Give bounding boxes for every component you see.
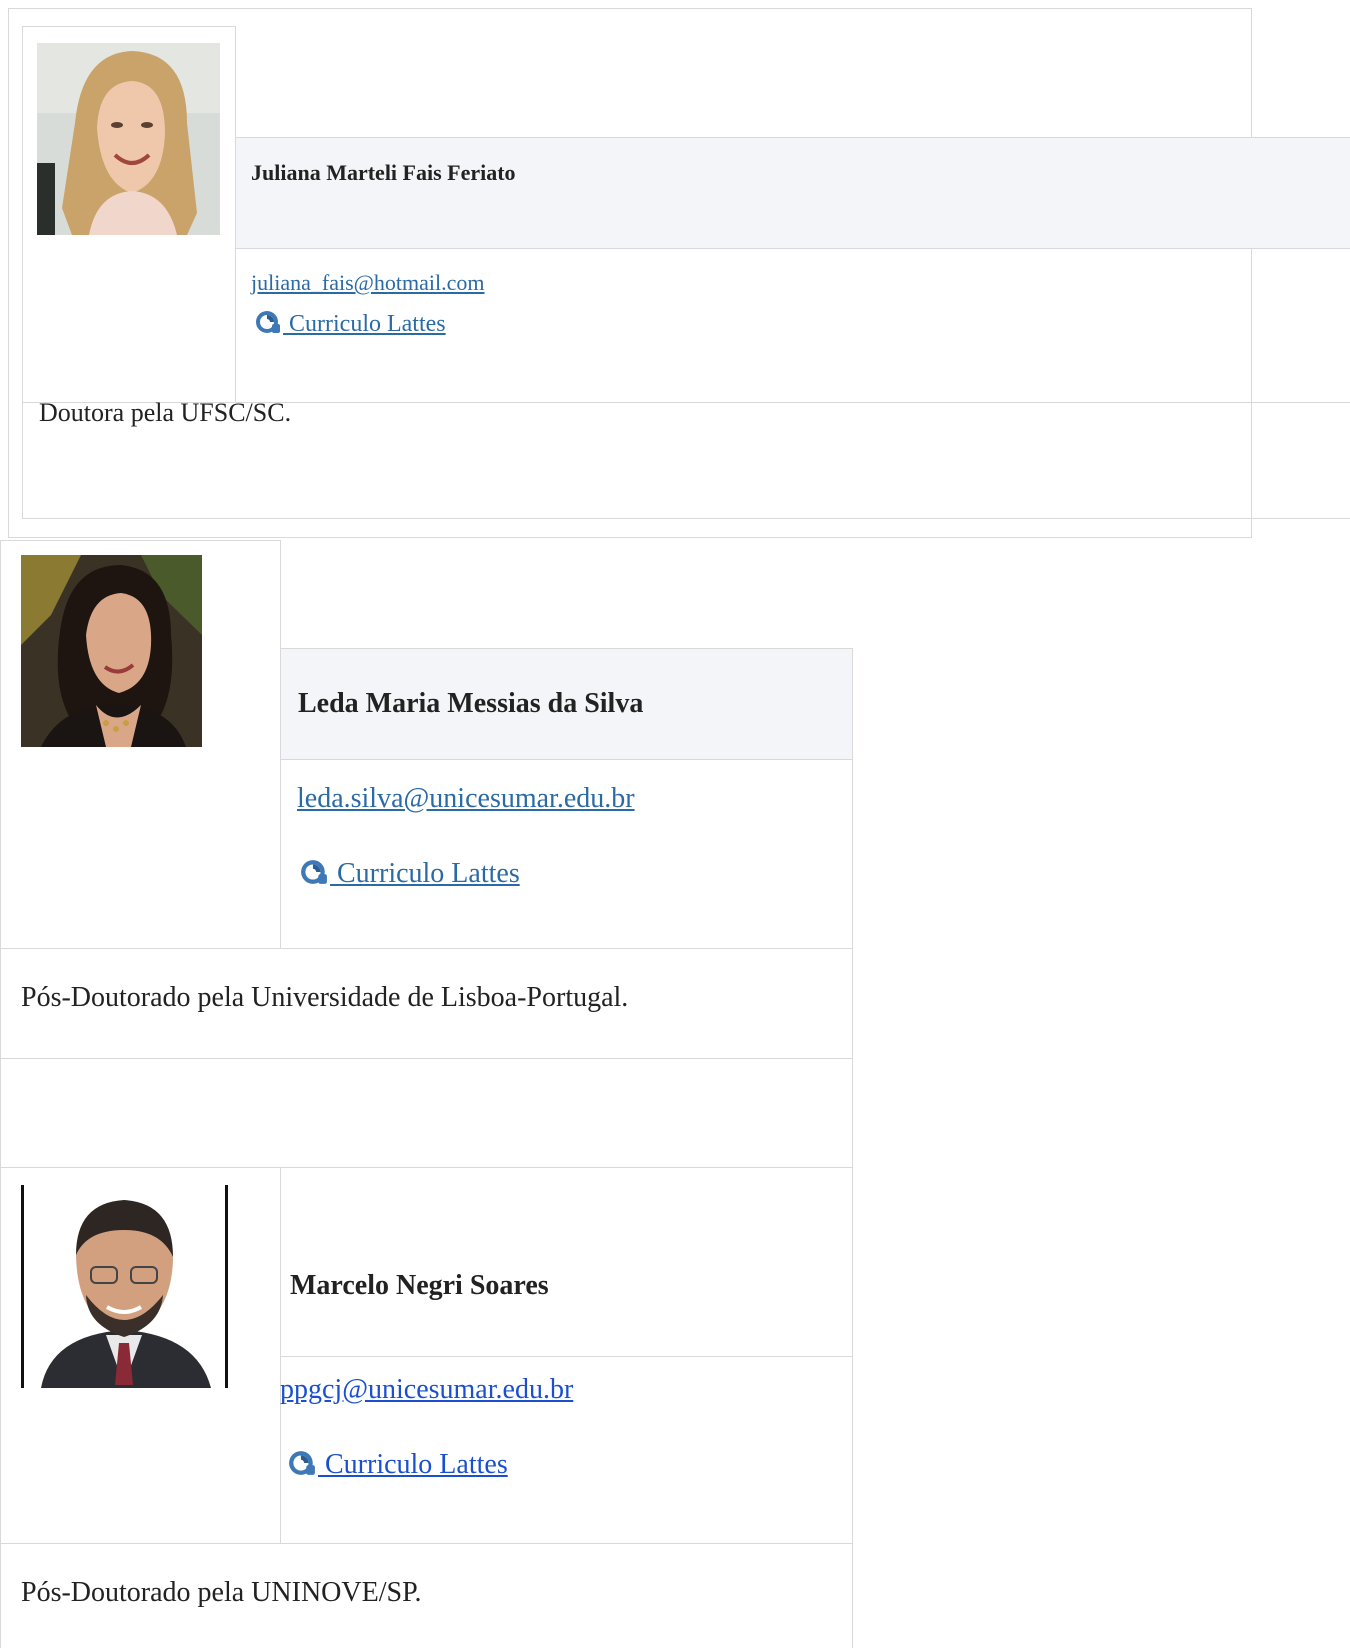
profile-description: Doutora pela UFSC/SC. <box>39 398 292 427</box>
lattes-icon <box>255 310 281 341</box>
email-link[interactable]: juliana_fais@hotmail.com <box>251 270 484 296</box>
profile-card-marcelo: Marcelo Negri Soares ppgcj@unicesumar.ed… <box>0 1167 860 1648</box>
lattes-link-row[interactable]: Curriculo Lattes <box>288 1449 508 1484</box>
leda-photo <box>21 555 202 747</box>
marcelo-photo <box>21 1185 228 1388</box>
profile-card-juliana: Juliana Marteli Fais Feriato juliana_fai… <box>0 0 1350 540</box>
lattes-link-row[interactable]: Curriculo Lattes <box>300 858 520 893</box>
profile-card-leda: Leda Maria Messias da Silva leda.silva@u… <box>0 540 860 1648</box>
profile-name: Juliana Marteli Fais Feriato <box>251 160 516 185</box>
profile-name: Marcelo Negri Soares <box>290 1270 549 1301</box>
email-link[interactable]: leda.silva@unicesumar.edu.br <box>297 783 635 815</box>
lattes-link-row[interactable]: Curriculo Lattes <box>255 310 446 341</box>
email-link[interactable]: ppgcj@unicesumar.edu.br <box>280 1374 573 1406</box>
juliana-photo <box>37 43 220 235</box>
profile-name: Leda Maria Messias da Silva <box>298 688 644 719</box>
lattes-link[interactable]: Curriculo Lattes <box>318 1449 508 1480</box>
lattes-link[interactable]: Curriculo Lattes <box>330 858 520 889</box>
name-row <box>236 137 1350 249</box>
lattes-icon <box>288 1450 316 1484</box>
lattes-link[interactable]: Curriculo Lattes <box>283 311 446 337</box>
profile-description: Pós-Doutorado pela Universidade de Lisbo… <box>21 982 629 1013</box>
profile-description: Pós-Doutorado pela UNINOVE/SP. <box>21 1577 422 1608</box>
lattes-icon <box>300 859 328 893</box>
